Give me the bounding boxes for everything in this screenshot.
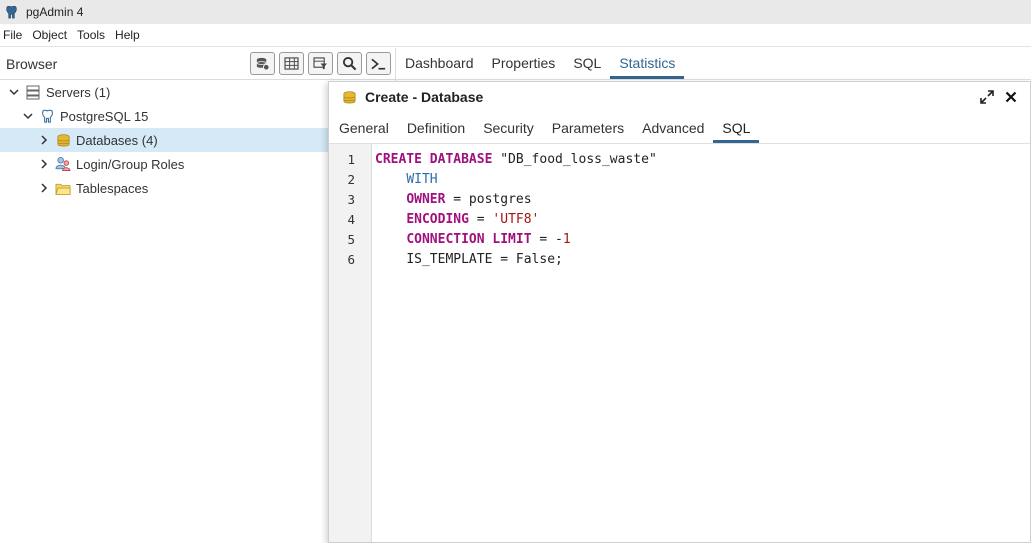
title-bar: pgAdmin 4 [0,0,1031,24]
main-tabs: Dashboard Properties SQL Statistics [396,48,1031,80]
tab-parameters[interactable]: Parameters [543,120,633,143]
sql-editor[interactable]: 1 2 3 4 5 6 CREATE DATABASE "DB_food_los… [329,144,1030,542]
line-number: 2 [347,172,355,187]
tree-label-databases: Databases (4) [76,132,158,148]
close-icon[interactable] [1002,88,1020,106]
tab-statistics[interactable]: Statistics [610,55,685,79]
tab-sql[interactable]: SQL [713,120,760,143]
sql-string: 'UTF8' [492,212,540,227]
tab-advanced[interactable]: Advanced [633,120,713,143]
line-number-gutter: 1 2 3 4 5 6 [329,144,372,542]
line-number: 6 [347,252,355,267]
menu-help[interactable]: Help [115,28,140,42]
database-icon [341,89,357,105]
terminal-icon[interactable] [366,52,391,75]
tree-label-postgresql: PostgreSQL 15 [60,108,149,124]
code-line-4: ENCODING = 'UTF8' [375,210,1030,230]
database-icon[interactable] [250,52,275,75]
create-database-dialog: Create - Database General Definition Sec… [328,81,1031,543]
code-line-6: IS_TEMPLATE = False; [375,250,1030,270]
tree-label-login-roles: Login/Group Roles [76,156,185,172]
sql-keyword: CREATE DATABASE [375,152,493,167]
menu-tools[interactable]: Tools [77,28,105,42]
sql-identifier: "DB_food_loss_waste" [492,152,657,167]
tab-sql[interactable]: SQL [564,55,610,79]
dialog-tabs: General Definition Security Parameters A… [329,112,1030,144]
browser-header: Browser [0,48,395,80]
databases-icon [55,132,71,148]
menu-bar: File Object Tools Help [0,24,1031,47]
tab-properties[interactable]: Properties [483,55,565,79]
menu-object[interactable]: Object [32,28,67,42]
tab-general[interactable]: General [330,120,398,143]
chevron-down-icon[interactable] [21,109,35,123]
tree-label-servers: Servers (1) [46,84,111,100]
dialog-title: Create - Database [365,89,484,105]
sql-text: IS_TEMPLATE = False; [406,252,563,267]
sql-keyword: ENCODING [406,212,469,227]
tab-dashboard[interactable]: Dashboard [396,55,483,79]
sql-operator: = - [531,232,563,247]
chevron-right-icon[interactable] [37,157,51,171]
code-line-1: CREATE DATABASE "DB_food_loss_waste" [375,150,1030,170]
sql-keyword: CONNECTION LIMIT [406,232,532,247]
chevron-right-icon[interactable] [37,133,51,147]
window-title: pgAdmin 4 [26,5,84,19]
tree-label-tablespaces: Tablespaces [76,180,149,196]
table-grid-icon[interactable] [279,52,304,75]
code-area[interactable]: CREATE DATABASE "DB_food_loss_waste" WIT… [372,144,1030,542]
sql-keyword: WITH [406,172,438,187]
browser-label: Browser [6,55,58,72]
browser-toolbar [250,52,391,75]
search-icon[interactable] [337,52,362,75]
filter-table-icon[interactable] [308,52,333,75]
chevron-down-icon[interactable] [7,85,21,99]
postgres-elephant-icon [39,108,55,124]
folder-icon [55,180,71,196]
code-line-2: WITH [375,170,1030,190]
sql-value: = postgres [445,192,532,207]
tab-security[interactable]: Security [474,120,543,143]
tab-definition[interactable]: Definition [398,120,474,143]
dialog-header[interactable]: Create - Database [329,82,1030,112]
line-number: 1 [347,152,355,167]
sql-number: 1 [562,232,571,247]
sql-operator: = [468,212,493,227]
pgadmin-elephant-icon [4,5,19,20]
menu-file[interactable]: File [3,28,22,42]
line-number: 3 [347,192,355,207]
maximize-icon[interactable] [978,88,996,106]
sql-keyword: OWNER [406,192,446,207]
chevron-right-icon[interactable] [37,181,51,195]
servers-icon [25,84,41,100]
line-number: 5 [347,232,355,247]
code-line-3: OWNER = postgres [375,190,1030,210]
line-number: 4 [347,212,355,227]
code-line-5: CONNECTION LIMIT = -1 [375,230,1030,250]
roles-icon [55,156,71,172]
